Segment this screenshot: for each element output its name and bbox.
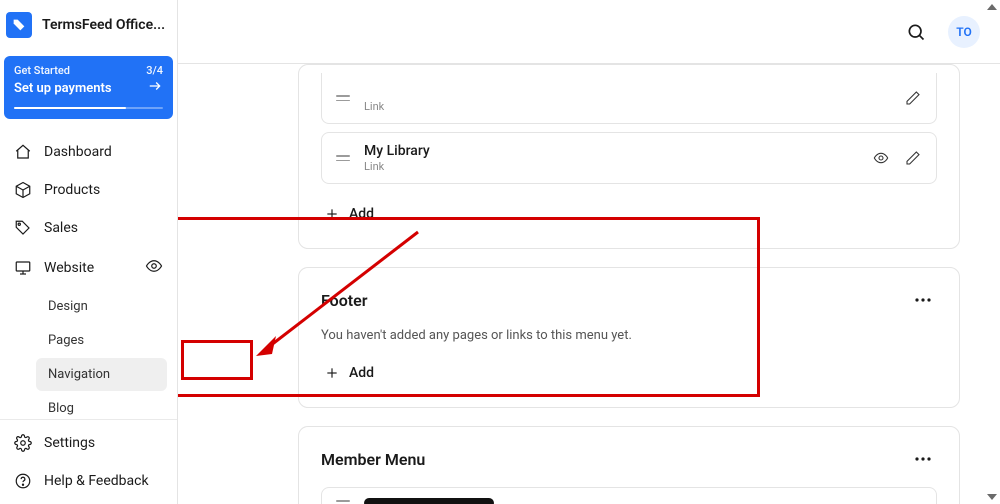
sidebar-item-help[interactable]: Help & Feedback (0, 462, 177, 500)
empty-state-text: You haven't added any pages or links to … (321, 328, 937, 343)
menu-row[interactable]: Link (321, 73, 937, 124)
sidebar-item-sales[interactable]: Sales (0, 209, 177, 247)
menu-row-subtitle: Link (364, 100, 890, 113)
scrollbar-down-icon[interactable] (987, 494, 997, 500)
sidebar-item-products[interactable]: Products (0, 171, 177, 209)
sidebar-item-label: Settings (44, 435, 95, 451)
get-started-card[interactable]: Get Started 3/4 Set up payments (4, 56, 173, 119)
sidebar-item-website[interactable]: Website (0, 247, 177, 289)
content-area[interactable]: Link My Library Link (178, 64, 1000, 504)
box-icon (14, 181, 32, 199)
drag-handle-icon[interactable] (336, 95, 350, 101)
main: TO Link My Library (178, 0, 1000, 504)
more-button[interactable] (909, 286, 937, 314)
sidebar-item-label: Website (44, 260, 94, 276)
more-button[interactable] (909, 445, 937, 473)
drag-handle-icon[interactable] (336, 155, 350, 161)
tag-icon (14, 219, 32, 237)
gear-icon (14, 434, 32, 452)
sidebar-item-settings[interactable]: Settings (0, 424, 177, 462)
sidebar-item-label: Help & Feedback (44, 473, 149, 489)
add-button-label: Add (349, 206, 374, 222)
get-started-label: Get Started (14, 64, 70, 77)
add-button-label: Add (349, 365, 374, 381)
eye-icon[interactable] (872, 149, 890, 167)
card-title: Footer (321, 291, 367, 310)
get-started-action: Set up payments (14, 81, 112, 96)
menu-row-title: My Library (364, 143, 858, 159)
sidebar-sub-design[interactable]: Design (36, 290, 167, 323)
edit-icon[interactable] (904, 89, 922, 107)
sidebar-bottom: Settings Help & Feedback (0, 419, 177, 504)
annotation-highlight-add (181, 340, 253, 380)
monitor-icon (14, 259, 32, 277)
brand-title: TermsFeed Office... (42, 17, 167, 33)
scrollbar-up-icon[interactable] (987, 4, 997, 10)
brand-logo-icon (6, 12, 32, 38)
sidebar-nav[interactable]: Dashboard Products Sales Website (0, 129, 177, 419)
sidebar-item-label: Products (44, 182, 100, 198)
search-button[interactable] (902, 18, 930, 46)
menu-row-title (364, 83, 890, 99)
get-started-progress-bar (14, 107, 163, 109)
menu-card-footer: Footer You haven't added any pages or li… (298, 267, 960, 408)
sidebar-sub-navigation[interactable]: Navigation (36, 358, 167, 391)
get-started-progress-text: 3/4 (146, 64, 163, 77)
menu-row-subtitle: Link (364, 160, 858, 173)
arrow-right-icon (147, 79, 163, 97)
add-footer-item-button[interactable]: Add (321, 359, 378, 387)
edit-icon[interactable] (904, 149, 922, 167)
home-icon (14, 143, 32, 161)
drag-handle-icon[interactable] (336, 500, 350, 504)
avatar[interactable]: TO (948, 16, 980, 48)
sidebar-sub-pages[interactable]: Pages (36, 324, 167, 357)
sidebar-item-label: Dashboard (44, 144, 112, 160)
menu-card-member: Member Menu (298, 426, 960, 504)
sidebar-sub-blog[interactable]: Blog (36, 392, 167, 419)
sidebar-item-label: Sales (44, 220, 78, 236)
menu-row[interactable] (321, 487, 937, 504)
add-menu-item-button[interactable]: Add (321, 200, 378, 228)
card-title: Member Menu (321, 450, 425, 469)
eye-icon[interactable] (145, 257, 163, 279)
sidebar-website-subnav: Design Pages Navigation Blog (0, 290, 177, 419)
topbar: TO (178, 0, 1000, 64)
help-icon (14, 472, 32, 490)
menu-row[interactable]: My Library Link (321, 132, 937, 184)
sidebar-item-dashboard[interactable]: Dashboard (0, 133, 177, 171)
menu-card-header-menu: Link My Library Link (298, 64, 960, 249)
sidebar: TermsFeed Office... Get Started 3/4 Set … (0, 0, 178, 504)
brand[interactable]: TermsFeed Office... (0, 0, 177, 50)
